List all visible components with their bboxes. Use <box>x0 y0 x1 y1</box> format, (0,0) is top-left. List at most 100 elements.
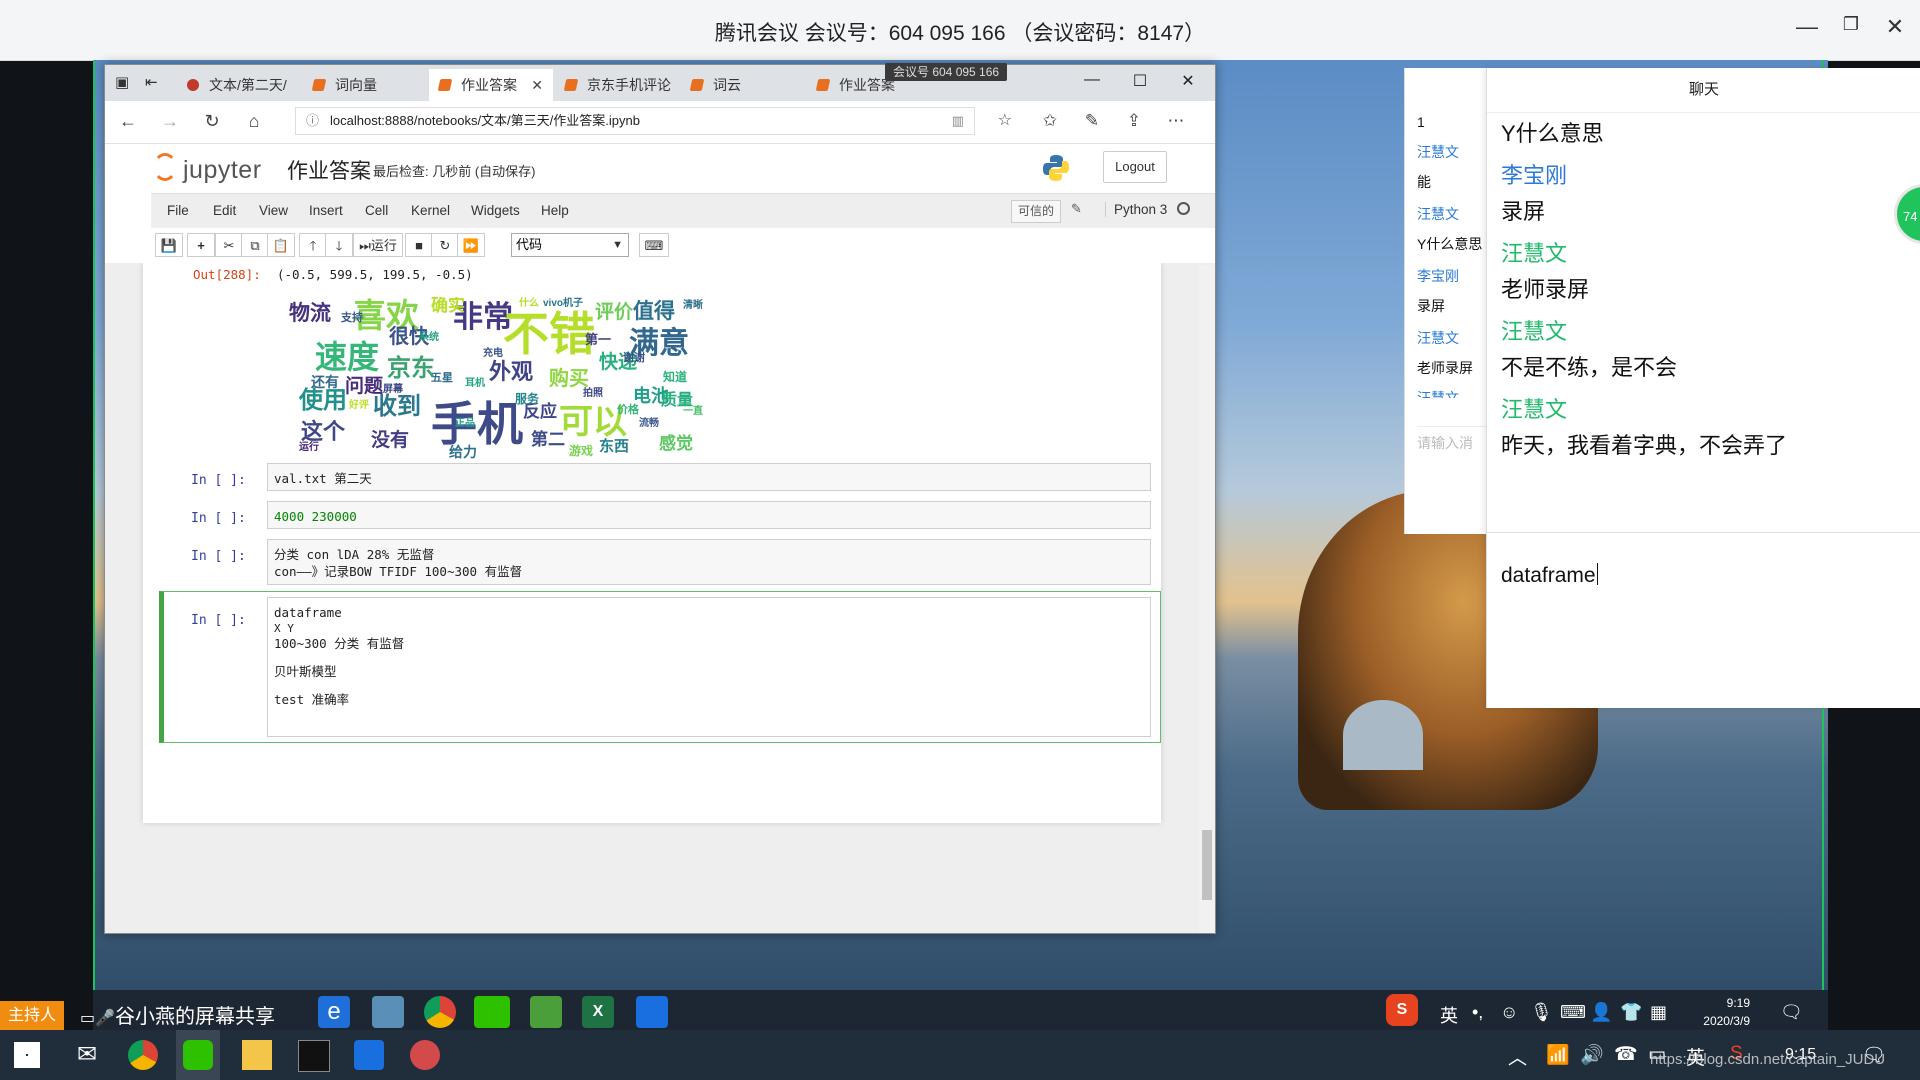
mail-icon[interactable]: ✉ <box>72 1040 102 1070</box>
wechat-icon[interactable] <box>474 996 510 1028</box>
user-icon[interactable]: 👤 <box>1590 1002 1612 1023</box>
punctuation-icon[interactable]: •, <box>1472 1002 1483 1023</box>
sogou-ime-icon[interactable]: S <box>1386 994 1418 1026</box>
edge-icon[interactable]: e <box>318 996 350 1028</box>
tab-4[interactable]: 京东手机评论 <box>555 69 679 101</box>
scrollbar-thumb[interactable] <box>1202 830 1212 900</box>
reload-icon[interactable]: ↻ <box>199 111 225 132</box>
share-screen-icon: ▭🎤 <box>80 1010 116 1027</box>
skin-icon[interactable]: 👕 <box>1620 1002 1642 1023</box>
keyboard-icon[interactable]: ⌨ <box>1560 1002 1586 1023</box>
menu-file[interactable]: File <box>167 203 189 218</box>
reading-view-icon[interactable]: ▥ <box>952 108 964 134</box>
chat-mini-text: 录屏 <box>1417 298 1445 314</box>
emoji-icon[interactable]: ☺ <box>1500 1002 1518 1023</box>
notification-icon[interactable]: 🗨 <box>1780 1002 1803 1023</box>
tab-2[interactable]: 词向量 <box>303 69 427 101</box>
more-icon[interactable]: ⋯ <box>1163 111 1189 131</box>
file-explorer-icon[interactable] <box>242 1040 272 1070</box>
code-cell-2[interactable]: 4000 230000 <box>267 501 1151 529</box>
terminal-icon[interactable] <box>298 1040 330 1072</box>
wc-word: 知道 <box>663 370 688 384</box>
wechat-taskbar-slot[interactable] <box>176 1030 220 1080</box>
move-up-button[interactable]: 🡑 <box>299 233 327 257</box>
tencent-meeting-icon[interactable] <box>354 1040 384 1070</box>
meeting-close-button[interactable]: ✕ <box>1878 14 1912 40</box>
volume-icon[interactable]: 🔊 <box>1580 1043 1604 1067</box>
tencent-meeting-icon[interactable] <box>636 996 668 1028</box>
app-icon[interactable] <box>410 1040 440 1070</box>
menu-kernel[interactable]: Kernel <box>411 203 450 218</box>
tab-aside-icon[interactable]: ⇤ <box>145 73 158 91</box>
code-cell-3[interactable]: 分类 con lDA 28% 无监督 con——》记录BOW TFIDF 100… <box>267 539 1151 585</box>
home-icon[interactable]: ⌂ <box>241 111 267 132</box>
menu-cell[interactable]: Cell <box>365 203 388 218</box>
notebook-scrollbar[interactable] <box>1199 265 1215 933</box>
cell-type-select[interactable]: 代码 ▼ <box>511 233 629 257</box>
notepad-icon[interactable] <box>530 996 562 1028</box>
command-palette-button[interactable]: ⌨ <box>639 233 669 257</box>
share-icon[interactable]: ⇪ <box>1121 111 1147 131</box>
chrome-icon[interactable] <box>128 1040 158 1070</box>
notebook-name[interactable]: 作业答案 <box>287 155 371 185</box>
pen-icon[interactable]: ✎ <box>1079 111 1105 131</box>
wifi-icon[interactable]: 📶 <box>1546 1043 1570 1067</box>
meeting-tray-icon[interactable]: ☎ <box>1614 1043 1638 1066</box>
forward-icon[interactable]: → <box>157 111 183 132</box>
chat-mini-input[interactable]: 请输入消 <box>1417 426 1487 453</box>
trusted-badge[interactable]: 可信的 <box>1011 200 1062 223</box>
python-logo-icon <box>1043 155 1069 181</box>
restart-run-all-button[interactable]: ⏩ <box>457 233 485 257</box>
toolbox-icon[interactable]: ▦ <box>1650 1002 1667 1023</box>
tab-actions-icon[interactable]: ▣ <box>115 73 129 91</box>
tab-5[interactable]: 词云 <box>681 69 805 101</box>
jupyter-favicon-icon <box>563 79 579 91</box>
code-cell-1[interactable]: val.txt 第二天 <box>267 463 1151 491</box>
start-icon[interactable] <box>14 1042 40 1068</box>
ime-language[interactable]: 英 <box>1440 1002 1458 1028</box>
excel-icon[interactable]: X <box>582 996 614 1028</box>
cell-prompt: In [ ]: <box>191 511 246 526</box>
logout-button[interactable]: Logout <box>1103 151 1167 183</box>
browser-maximize-button[interactable]: ☐ <box>1125 71 1155 91</box>
meeting-restore-button[interactable]: ❐ <box>1834 14 1868 35</box>
insert-cell-button[interactable]: + <box>187 233 215 257</box>
menu-insert[interactable]: Insert <box>309 203 343 218</box>
menu-edit[interactable]: Edit <box>213 203 236 218</box>
save-button[interactable]: 💾 <box>155 233 183 257</box>
menu-help[interactable]: Help <box>541 203 569 218</box>
mic-icon[interactable]: 🎙 <box>1530 1002 1553 1023</box>
paste-button[interactable]: 📋 <box>267 233 295 257</box>
chat-input-value[interactable]: dataframe <box>1501 563 1598 588</box>
interrupt-button[interactable]: ■ <box>405 233 433 257</box>
menu-view[interactable]: View <box>259 203 288 218</box>
chat-mini-name: 汪慧文 <box>1417 206 1459 222</box>
favorite-star-icon[interactable]: ☆ <box>998 108 1012 134</box>
app-icon[interactable] <box>372 996 404 1028</box>
cut-button[interactable]: ✂ <box>215 233 243 257</box>
browser-minimize-button[interactable]: — <box>1077 71 1107 89</box>
meeting-badge: 会议号 604 095 166 <box>885 63 1008 81</box>
info-icon[interactable]: ⓘ <box>306 108 319 134</box>
code-cell-4-editing[interactable]: dataframe X Y 100~300 分类 有监督 贝叶斯模型 test … <box>267 597 1151 737</box>
tab-1[interactable]: 文本/第二天/ <box>177 69 301 101</box>
copy-button[interactable]: ⧉ <box>241 233 269 257</box>
url-field[interactable]: ⓘ localhost:8888/notebooks/文本/第三天/作业答案.i… <box>295 107 1012 135</box>
meeting-minimize-button[interactable]: — <box>1790 14 1824 40</box>
tab-3-active[interactable]: 作业答案 ✕ <box>429 69 553 101</box>
run-button[interactable]: ⏭运行 <box>353 233 403 257</box>
move-down-button[interactable]: 🡓 <box>325 233 353 257</box>
favorites-icon[interactable]: ✩ <box>1037 111 1063 131</box>
back-icon[interactable]: ← <box>115 111 141 132</box>
chat-input-area[interactable]: dataframe <box>1487 532 1920 708</box>
tab-close-icon[interactable]: ✕ <box>531 77 543 94</box>
chrome-icon[interactable] <box>424 996 456 1028</box>
chat-sender: 汪慧文 <box>1501 241 1568 266</box>
restart-button[interactable]: ↻ <box>431 233 459 257</box>
chevron-up-icon[interactable]: ︿ <box>1508 1043 1527 1070</box>
menu-widgets[interactable]: Widgets <box>471 203 520 218</box>
browser-close-button[interactable]: ✕ <box>1173 71 1203 91</box>
wc-word: 服务 <box>515 392 540 406</box>
shared-time: 9:19 <box>1726 996 1750 1010</box>
jupyter-logo[interactable]: jupyter <box>153 153 262 185</box>
